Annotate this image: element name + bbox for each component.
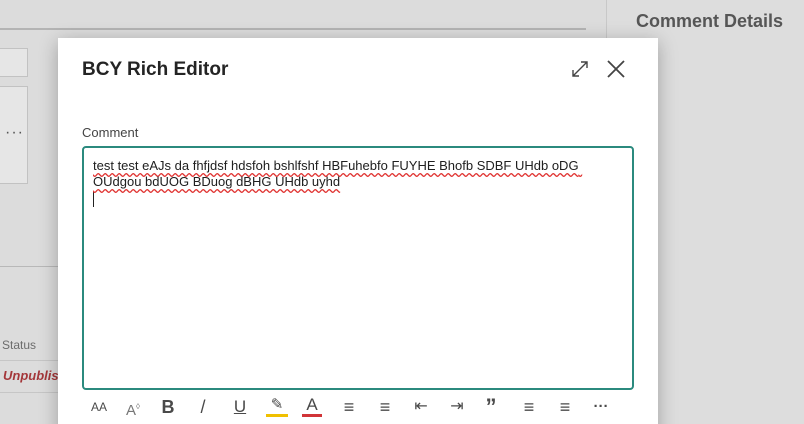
background-divider [0, 28, 586, 30]
background-divider-3 [0, 360, 60, 361]
side-panel-title: Comment Details [636, 11, 784, 31]
more-icon: ··· [593, 398, 609, 415]
outdent-icon: ⇤ [414, 398, 428, 415]
font-color-button[interactable]: A [302, 396, 322, 417]
more-options-icon[interactable]: ··· [5, 124, 24, 142]
bold-button[interactable]: B [158, 396, 178, 418]
status-value: Unpublis [3, 368, 59, 383]
rich-editor-dialog: BCY Rich Editor Comment test test eAJs d… [58, 38, 658, 424]
quote-icon: ” [485, 394, 497, 419]
font-style-button[interactable]: A◊ [122, 396, 144, 419]
comment-text: test test eAJs da fhfjdsf hdsfoh bshlfsh… [93, 158, 583, 189]
align-center-icon: ≡ [559, 397, 571, 417]
highlight-button[interactable]: ✎ [266, 396, 288, 417]
comment-editor[interactable]: test test eAJs da fhfjdsf hdsfoh bshlfsh… [82, 146, 634, 390]
font-color-icon: A [306, 395, 318, 414]
italic-icon: / [200, 397, 206, 417]
font-size-button[interactable]: AA [88, 396, 110, 418]
status-column-header: Status [2, 338, 37, 352]
indent-button[interactable]: ⇥ [446, 396, 468, 418]
align-left-icon: ≡ [523, 397, 535, 417]
font-style-icon: A [126, 402, 137, 419]
expand-button[interactable] [570, 59, 590, 79]
text-caret [93, 191, 94, 207]
align-left-button[interactable]: ≡ [518, 396, 540, 418]
quote-button[interactable]: ” [482, 396, 500, 418]
comment-label: Comment [82, 125, 139, 140]
bulleted-list-icon: ≡ [343, 397, 355, 417]
highlight-icon: ✎ [270, 396, 284, 413]
numbering-button[interactable]: ≡ [374, 396, 396, 418]
formatting-toolbar: AA A◊ B / U ✎ A ≡ ≡ ⇤ ⇥ ” ≡ ≡ ··· [82, 396, 622, 420]
more-button[interactable]: ··· [590, 396, 612, 418]
align-center-button[interactable]: ≡ [554, 396, 576, 418]
background-field [0, 48, 28, 77]
close-icon [607, 60, 625, 78]
indent-icon: ⇥ [450, 398, 464, 415]
dialog-title: BCY Rich Editor [82, 59, 229, 80]
outdent-button[interactable]: ⇤ [410, 396, 432, 418]
font-size-icon: AA [90, 400, 107, 414]
background-divider-4 [0, 392, 60, 393]
underline-icon: U [233, 397, 247, 416]
italic-button[interactable]: / [194, 396, 212, 418]
expand-icon [572, 61, 588, 77]
background-divider-2 [0, 266, 60, 267]
bullets-button[interactable]: ≡ [338, 396, 360, 418]
numbered-list-icon: ≡ [379, 397, 391, 417]
bold-icon: B [161, 397, 175, 417]
close-button[interactable] [606, 59, 626, 79]
underline-button[interactable]: U [230, 396, 250, 418]
